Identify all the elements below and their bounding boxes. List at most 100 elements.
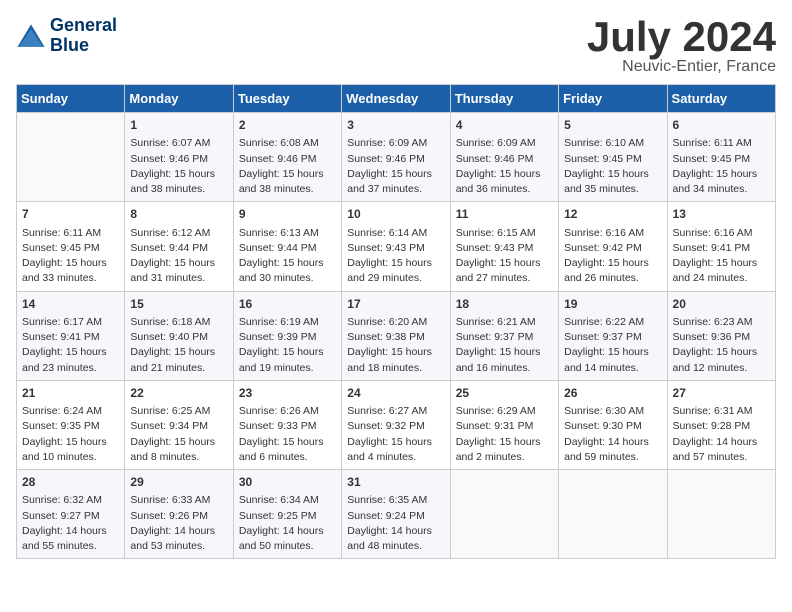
- day-info: and 55 minutes.: [22, 539, 119, 554]
- day-info: Sunset: 9:27 PM: [22, 509, 119, 524]
- calendar-cell: 4Sunrise: 6:09 AMSunset: 9:46 PMDaylight…: [450, 113, 558, 202]
- calendar-cell: 14Sunrise: 6:17 AMSunset: 9:41 PMDayligh…: [17, 291, 125, 380]
- day-info: Sunrise: 6:21 AM: [456, 315, 553, 330]
- day-info: Sunset: 9:30 PM: [564, 419, 661, 434]
- day-info: Sunrise: 6:19 AM: [239, 315, 336, 330]
- calendar-cell: 12Sunrise: 6:16 AMSunset: 9:42 PMDayligh…: [559, 202, 667, 291]
- day-info: Daylight: 15 hours: [239, 167, 336, 182]
- day-number: 4: [456, 117, 553, 134]
- title-section: July 2024 Neuvic-Entier, France: [587, 16, 776, 76]
- day-info: Sunset: 9:37 PM: [456, 330, 553, 345]
- day-info: Sunset: 9:35 PM: [22, 419, 119, 434]
- day-info: Daylight: 15 hours: [347, 256, 444, 271]
- calendar-cell: 31Sunrise: 6:35 AMSunset: 9:24 PMDayligh…: [342, 470, 450, 559]
- day-info: and 26 minutes.: [564, 271, 661, 286]
- day-info: Sunset: 9:39 PM: [239, 330, 336, 345]
- calendar-cell: 13Sunrise: 6:16 AMSunset: 9:41 PMDayligh…: [667, 202, 775, 291]
- day-info: and 6 minutes.: [239, 450, 336, 465]
- day-info: Daylight: 15 hours: [673, 167, 770, 182]
- calendar-cell: 18 Sunrise: 6:21 AMSunset: 9:37 PMDayligh…: [450, 291, 558, 380]
- day-info: Sunrise: 6:20 AM: [347, 315, 444, 330]
- day-info: Sunset: 9:32 PM: [347, 419, 444, 434]
- week-row-5: 28 Sunrise: 6:32 AMSunset: 9:27 PM Dayligh…: [17, 470, 776, 559]
- day-info: and 53 minutes.: [130, 539, 227, 554]
- day-number: 17: [347, 296, 444, 313]
- location-subtitle: Neuvic-Entier, France: [587, 58, 776, 76]
- day-info: Sunset: 9:31 PM: [456, 419, 553, 434]
- day-info: Sunrise: 6:14 AM: [347, 226, 444, 241]
- day-info: Sunset: 9:45 PM: [22, 241, 119, 256]
- day-info: and 24 minutes.: [673, 271, 770, 286]
- day-info: and 36 minutes.: [456, 182, 553, 197]
- day-info: Sunrise: 6:16 AM: [564, 226, 661, 241]
- day-info: Sunrise: 6:23 AM: [673, 315, 770, 330]
- day-info: and 34 minutes.: [673, 182, 770, 197]
- calendar-body: 1Sunrise: 6:07 AMSunset: 9:46 PMDaylight…: [17, 113, 776, 559]
- day-info: Sunrise: 6:18 AM: [130, 315, 227, 330]
- day-number: 30: [239, 474, 336, 491]
- day-info: Sunset: 9:46 PM: [347, 152, 444, 167]
- day-info: Sunrise: 6:22 AM: [564, 315, 661, 330]
- calendar-cell: 9Sunrise: 6:13 AMSunset: 9:44 PMDaylight…: [233, 202, 341, 291]
- day-info: Sunrise: 6:24 AM: [22, 404, 119, 419]
- day-info: and 31 minutes.: [130, 271, 227, 286]
- day-number: 28: [22, 474, 119, 491]
- day-info: Daylight: 15 hours: [22, 435, 119, 450]
- day-number: 8: [130, 206, 227, 223]
- day-info: Sunset: 9:46 PM: [456, 152, 553, 167]
- day-info: and 14 minutes.: [564, 361, 661, 376]
- day-number: 12: [564, 206, 661, 223]
- day-info: Sunset: 9:41 PM: [22, 330, 119, 345]
- calendar-cell: 16Sunrise: 6:19 AMSunset: 9:39 PMDayligh…: [233, 291, 341, 380]
- calendar-cell: 3Sunrise: 6:09 AMSunset: 9:46 PMDaylight…: [342, 113, 450, 202]
- calendar-cell: 17Sunrise: 6:20 AMSunset: 9:38 PMDayligh…: [342, 291, 450, 380]
- day-number: 5: [564, 117, 661, 134]
- day-info: Daylight: 15 hours: [564, 167, 661, 182]
- calendar-cell: [450, 470, 558, 559]
- day-number: 2: [239, 117, 336, 134]
- day-number: 1: [130, 117, 227, 134]
- day-info: Sunrise: 6:08 AM: [239, 136, 336, 151]
- day-info: Daylight: 15 hours: [130, 256, 227, 271]
- day-info: Daylight: 14 hours: [239, 524, 336, 539]
- day-info: and 21 minutes.: [130, 361, 227, 376]
- day-info: Daylight: 15 hours: [22, 345, 119, 360]
- day-info: Sunrise: 6:27 AM: [347, 404, 444, 419]
- day-info: and 50 minutes.: [239, 539, 336, 554]
- day-number: 14: [22, 296, 119, 313]
- day-number: 21: [22, 385, 119, 402]
- day-info: Sunrise: 6:29 AM: [456, 404, 553, 419]
- day-info: Daylight: 15 hours: [347, 167, 444, 182]
- day-number: 19: [564, 296, 661, 313]
- logo-icon: [16, 21, 46, 51]
- day-info: and 8 minutes.: [130, 450, 227, 465]
- day-info: Sunrise: 6:33 AM: [130, 493, 227, 508]
- day-info: and 48 minutes.: [347, 539, 444, 554]
- day-info: Daylight: 14 hours: [130, 524, 227, 539]
- day-info: and 38 minutes.: [239, 182, 336, 197]
- day-info: Sunset: 9:37 PM: [564, 330, 661, 345]
- day-info: Sunrise: 6:32 AM: [22, 493, 119, 508]
- logo: General Blue: [16, 16, 117, 56]
- day-info: Daylight: 15 hours: [347, 435, 444, 450]
- day-info: Sunset: 9:43 PM: [456, 241, 553, 256]
- day-info: Daylight: 15 hours: [456, 167, 553, 182]
- day-number: 15: [130, 296, 227, 313]
- calendar-cell: 21 Sunrise: 6:24 AMSunset: 9:35 PMDayligh…: [17, 380, 125, 469]
- calendar-cell: [667, 470, 775, 559]
- day-info: and 2 minutes.: [456, 450, 553, 465]
- header-row: SundayMondayTuesdayWednesdayThursdayFrid…: [17, 85, 776, 113]
- day-info: Daylight: 15 hours: [239, 256, 336, 271]
- calendar-cell: 30Sunrise: 6:34 AMSunset: 9:25 PMDayligh…: [233, 470, 341, 559]
- day-number: 16: [239, 296, 336, 313]
- day-number: 18: [456, 296, 553, 313]
- day-info: Daylight: 15 hours: [456, 345, 553, 360]
- day-info: Sunset: 9:41 PM: [673, 241, 770, 256]
- day-info: and 16 minutes.: [456, 361, 553, 376]
- day-info: Sunset: 9:43 PM: [347, 241, 444, 256]
- day-number: 23: [239, 385, 336, 402]
- day-info: and 19 minutes.: [239, 361, 336, 376]
- day-info: Sunrise: 6:11 AM: [22, 226, 119, 241]
- day-info: Daylight: 15 hours: [673, 256, 770, 271]
- day-info: Daylight: 15 hours: [130, 167, 227, 182]
